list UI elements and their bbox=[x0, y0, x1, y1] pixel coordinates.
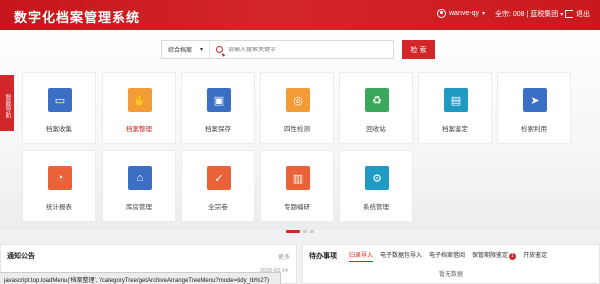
module-label: 专题编研 bbox=[284, 204, 310, 211]
save-disk-icon: ▣ bbox=[207, 88, 231, 112]
warehouse-icon: ⌂ bbox=[128, 166, 152, 190]
carousel-dot[interactable] bbox=[303, 230, 307, 233]
exit-button[interactable]: 退出 bbox=[565, 9, 590, 19]
chevron-down-icon: ▾ bbox=[481, 11, 485, 17]
module-four-check[interactable]: ◎ 四性检测 bbox=[260, 72, 334, 144]
empty-state: 暂无数据 bbox=[438, 272, 463, 278]
search-input[interactable] bbox=[228, 46, 393, 53]
search-button[interactable]: 检 索 bbox=[402, 40, 435, 59]
topic-document-icon: ▥ bbox=[286, 166, 310, 190]
top-header-bar: 数字化档案管理系统 wanve-qy ▾ 全宗: 008 | 蓝税集团 ▾ 退出 bbox=[0, 0, 600, 30]
module-label: 全宗卷 bbox=[208, 204, 228, 211]
module-label: 档案收集 bbox=[46, 126, 72, 133]
tab-archive-import[interactable]: 归录导入 bbox=[349, 250, 374, 262]
inbox-icon: ▭ bbox=[48, 88, 72, 112]
module-label: 库房管理 bbox=[126, 204, 152, 211]
module-stat-report[interactable]: ◔ 统计报表 bbox=[22, 150, 96, 222]
module-topic-compile[interactable]: ▥ 专题编研 bbox=[260, 150, 334, 222]
user-avatar-icon bbox=[437, 9, 446, 18]
carousel-dot-active[interactable] bbox=[286, 230, 300, 233]
chevron-down-icon: ▾ bbox=[560, 11, 564, 18]
search-icon bbox=[216, 46, 223, 53]
module-archive-save[interactable]: ▣ 档案保存 bbox=[181, 72, 255, 144]
dept-label: 全宗: 008 | 蓝税集团 bbox=[495, 11, 559, 18]
tab-label: 保管期限鉴定 bbox=[472, 253, 509, 259]
carousel-dots bbox=[286, 230, 314, 233]
logout-icon bbox=[565, 10, 573, 18]
module-recycle-bin[interactable]: ♻ 回收站 bbox=[339, 72, 413, 144]
tab-edata-import[interactable]: 电子数据包导入 bbox=[380, 250, 422, 262]
module-system-admin[interactable]: ⚙ 系统管理 bbox=[339, 150, 413, 222]
module-label: 统计报表 bbox=[46, 204, 72, 211]
module-label: 系统管理 bbox=[363, 204, 389, 211]
module-label: 档案保存 bbox=[205, 126, 231, 133]
user-name: wanve-qy bbox=[449, 10, 479, 17]
pie-chart-icon: ◔ bbox=[48, 166, 72, 190]
module-archive-collect[interactable]: ▭ 档案收集 bbox=[22, 72, 96, 144]
tab-earchive-borrow[interactable]: 电子档案借阅 bbox=[429, 250, 465, 262]
module-label: 检索利用 bbox=[521, 126, 547, 133]
module-archive-appraisal[interactable]: ▤ 档案鉴定 bbox=[418, 72, 492, 144]
search-scope-value: 综合档案 bbox=[168, 48, 193, 54]
module-label: 回收站 bbox=[366, 126, 386, 133]
detect-target-icon: ◎ bbox=[286, 88, 310, 112]
notice-title: 通知公告 bbox=[7, 253, 35, 260]
app-title: 数字化档案管理系统 bbox=[14, 10, 141, 25]
recycle-bin-icon: ♻ bbox=[365, 88, 389, 112]
module-archive-arrange[interactable]: ✋ 档案整理 bbox=[102, 72, 176, 144]
smart-nav-tab[interactable]: 智能导航 bbox=[0, 75, 14, 131]
appraisal-chart-icon: ▤ bbox=[444, 88, 468, 112]
carousel-dot[interactable] bbox=[310, 230, 314, 233]
search-scope-select[interactable]: 综合档案 ▾ bbox=[162, 41, 210, 58]
tab-retention-appraisal[interactable]: 保管期限鉴定 1 bbox=[472, 250, 517, 262]
count-badge: 1 bbox=[509, 253, 517, 260]
dept-selector[interactable]: 全宗: 008 | 蓝税集团 ▾ bbox=[495, 9, 563, 19]
module-fonds-volume[interactable]: ✓ 全宗卷 bbox=[181, 150, 255, 222]
module-label: 档案整理 bbox=[126, 126, 152, 133]
todo-tabs: 归录导入 电子数据包导入 电子档案借阅 保管期限鉴定 1 开放鉴定 bbox=[349, 250, 547, 262]
user-menu[interactable]: wanve-qy ▾ bbox=[437, 9, 485, 18]
exit-label: 退出 bbox=[576, 11, 590, 18]
hand-document-icon: ✋ bbox=[128, 88, 152, 112]
notice-more-link[interactable]: 更多 bbox=[278, 252, 290, 261]
search-bar: 综合档案 ▾ bbox=[161, 40, 394, 59]
browser-status-bar: javascript:top.loadMenu('档案整理', '/catego… bbox=[0, 272, 281, 284]
module-warehouse[interactable]: ⌂ 库房管理 bbox=[102, 150, 176, 222]
send-arrow-icon: ➤ bbox=[523, 88, 547, 112]
check-folder-icon: ✓ bbox=[207, 166, 231, 190]
tab-open-appraisal[interactable]: 开放鉴定 bbox=[523, 250, 547, 262]
module-search-use[interactable]: ➤ 检索利用 bbox=[497, 72, 571, 144]
module-label: 档案鉴定 bbox=[442, 126, 468, 133]
gear-icon: ⚙ bbox=[365, 166, 389, 190]
smart-nav-label: 智能导航 bbox=[4, 94, 10, 118]
todo-panel: 待办事项 归录导入 电子数据包导入 电子档案借阅 保管期限鉴定 1 开放鉴定 暂无… bbox=[302, 244, 600, 284]
chevron-down-icon: ▾ bbox=[199, 47, 203, 53]
todo-title: 待办事项 bbox=[309, 253, 337, 260]
module-label: 四性检测 bbox=[284, 126, 310, 133]
